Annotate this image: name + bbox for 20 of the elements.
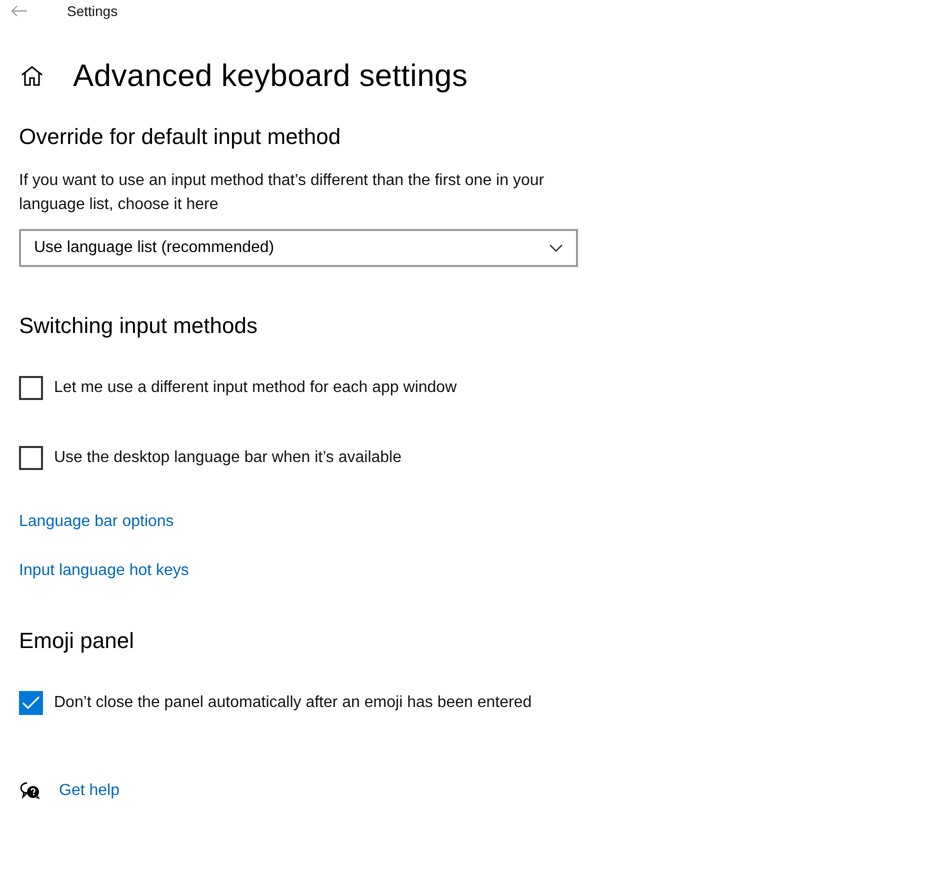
section-heading: Override for default input method — [19, 123, 342, 151]
home-icon[interactable] — [20, 65, 44, 87]
checkbox[interactable] — [19, 376, 43, 400]
window-title: Settings — [67, 2, 118, 21]
page-title: Advanced keyboard settings — [73, 57, 468, 95]
back-arrow-icon[interactable] — [10, 5, 28, 17]
section-heading: Emoji panel — [19, 627, 135, 655]
chevron-down-icon — [549, 244, 563, 252]
checkbox[interactable] — [19, 691, 43, 715]
description-text: If you want to use an input method that’s different than the first one in your language list, choose it here — [19, 171, 546, 215]
input-method-dropdown[interactable]: Use language list (recommended) — [19, 229, 578, 267]
link[interactable]: Language bar options — [19, 511, 174, 533]
get-help-link[interactable]: Get help — [59, 779, 120, 803]
link[interactable]: Input language hot keys — [19, 560, 189, 582]
checkbox-label: Use the desktop language bar when it’s available — [54, 448, 402, 468]
checkbox[interactable] — [19, 446, 43, 470]
help-chat-icon — [19, 781, 41, 801]
checkbox-label: Don’t close the panel automatically after an emoji has been entered — [54, 693, 532, 713]
checkbox-label: Let me use a different input method for each app window — [54, 378, 457, 398]
section-heading: Switching input methods — [19, 312, 258, 340]
